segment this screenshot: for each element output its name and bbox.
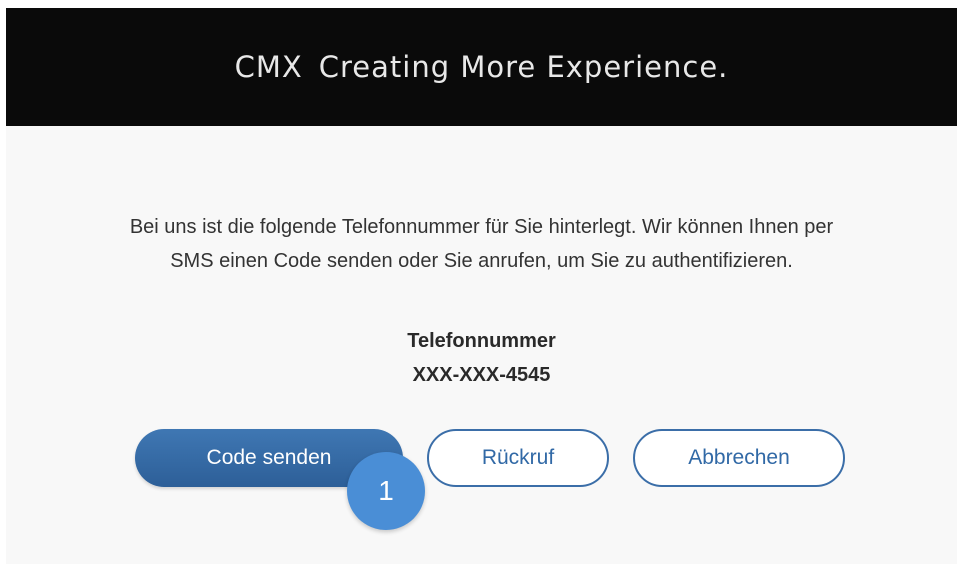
brand-mark: CMX [234, 50, 303, 84]
cancel-button[interactable]: Abbrechen [633, 429, 845, 487]
header-bar: CMX Creating More Experience. [6, 8, 957, 126]
auth-dialog: CMX Creating More Experience. Bei uns ist… [6, 8, 957, 564]
dialog-body: Bei uns ist die folgende Telefonnummer f… [6, 126, 957, 564]
brand-tagline: Creating More Experience. [318, 50, 729, 84]
phone-label: Telefonnummer [407, 330, 556, 352]
brand-logo: CMX Creating More Experience. [235, 50, 729, 84]
auth-message: Bei uns ist die folgende Telefonnummer f… [129, 216, 834, 272]
phone-number: XXX-XXX-4545 [412, 364, 551, 386]
step-number-badge: 1 [347, 452, 425, 530]
callback-button[interactable]: Rückruf [427, 429, 609, 487]
